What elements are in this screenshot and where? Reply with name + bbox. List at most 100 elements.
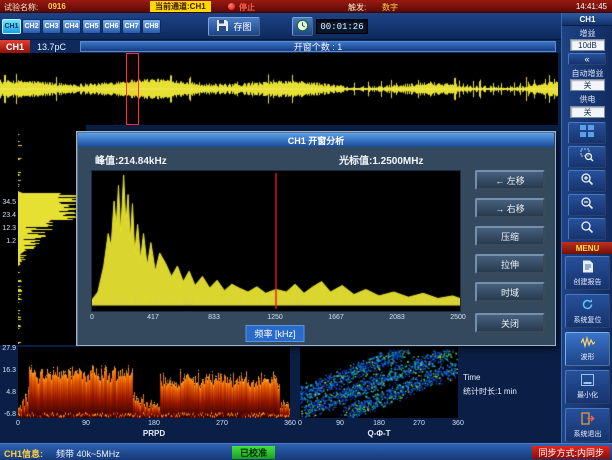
create-report-label: 创建报告 xyxy=(574,277,602,287)
system-exit-button[interactable]: 系统退出 xyxy=(565,408,610,442)
qpt-xtick: 270 xyxy=(413,420,425,427)
calibration-status-badge: 已校准 xyxy=(232,446,275,459)
channel-button-ch3[interactable]: CH3 xyxy=(42,19,61,34)
dialog-xtick: 1667 xyxy=(328,314,344,321)
minimize-button[interactable]: 最小化 xyxy=(565,370,610,404)
trigger-label: 触发: xyxy=(348,2,366,13)
prpd-ytick: 16.3 xyxy=(0,367,16,374)
shift-left-button[interactable]: ← 左移 xyxy=(475,170,545,190)
system-reset-label: 系统复位 xyxy=(574,315,602,325)
side-spectrum-ytick: 34.5 xyxy=(0,199,16,206)
prpd-xtick: 270 xyxy=(216,420,228,427)
dialog-titlebar[interactable]: CH1 开窗分析 xyxy=(78,133,554,147)
channel-button-ch2[interactable]: CH2 xyxy=(22,19,41,34)
waveform-channel-tag: CH1 xyxy=(0,40,30,53)
qpt-time-label: Time xyxy=(463,373,480,382)
channel-button-ch1[interactable]: CH1 xyxy=(2,19,21,34)
prpd-panel xyxy=(18,347,290,418)
test-name-value: 0916 xyxy=(48,2,66,11)
qpt-panel xyxy=(300,347,458,418)
zoom-out-icon xyxy=(580,196,594,215)
prpd-heatmap-plot xyxy=(18,347,290,418)
toolbar: CH1 CH2 CH3 CH4 CH5 CH6 CH7 CH8 存图 00:01… xyxy=(0,13,561,40)
dialog-spectrum-plot[interactable] xyxy=(91,170,461,312)
waveform-view-button[interactable]: 波形 xyxy=(565,332,610,366)
window-count-bar: 开窗个数 : 1 xyxy=(80,41,556,52)
zoom-reset-button[interactable] xyxy=(568,218,606,240)
statusbar: CH1信息: 频带 40k~5MHz 已校准 同步方式:内同步 xyxy=(0,443,612,460)
window-analysis-dialog: CH1 开窗分析 峰值:214.84kHz 光标值:1.2500MHz 0 41… xyxy=(76,131,556,346)
power-toggle[interactable]: 关 xyxy=(570,106,605,118)
minimize-icon xyxy=(581,374,594,388)
band-readout: 频带 40k~5MHz xyxy=(56,447,120,460)
stop-indicator-icon xyxy=(228,3,235,10)
ae-analyzer-window: 试验名称: 0916 当前通道:CH1 停止 触发: 数字 14:41:45 C… xyxy=(0,0,612,460)
gain-label: 增益 xyxy=(562,28,612,39)
channel-button-ch6[interactable]: CH6 xyxy=(102,19,121,34)
zoom-out-button[interactable] xyxy=(568,194,606,216)
auto-gain-toggle[interactable]: 关 xyxy=(570,79,605,91)
main-waveform-panel xyxy=(0,53,558,125)
side-spectrum-ytick: 12.3 xyxy=(0,225,16,232)
side-spectrum-ytick: 23.4 xyxy=(0,212,16,219)
prpd-xtick: 360 xyxy=(284,420,296,427)
create-report-button[interactable]: 创建报告 xyxy=(565,256,610,290)
prpd-xtick: 0 xyxy=(16,420,20,427)
current-channel-badge: 当前通道:CH1 xyxy=(150,1,211,12)
gain-decrease-button[interactable]: « xyxy=(568,53,606,65)
sidebar: CH1 增益 10dB « 自动增益 关 供电 关 MENU 创建报告 系统复 xyxy=(561,13,612,443)
system-exit-label: 系统退出 xyxy=(574,429,602,439)
prpd-axis-label: PRPD xyxy=(143,429,165,438)
main-waveform-plot[interactable] xyxy=(0,53,558,125)
close-dialog-button[interactable]: 关闭 xyxy=(475,313,545,333)
zoom-in-button[interactable] xyxy=(568,170,606,192)
clock-icon xyxy=(296,19,309,34)
analysis-window-selection[interactable] xyxy=(126,53,139,125)
qpt-xtick: 180 xyxy=(373,420,385,427)
cursor-readout: 光标值:1.2500MHz xyxy=(339,152,423,167)
side-spectrum-ytick: 1.2 xyxy=(0,238,16,245)
channel-button-ch7[interactable]: CH7 xyxy=(122,19,141,34)
dialog-xtick: 833 xyxy=(208,314,220,321)
compress-button[interactable]: 压缩 xyxy=(475,226,545,246)
elapsed-timer: 00:01:26 xyxy=(316,19,368,34)
sync-mode-badge: 同步方式:内同步 xyxy=(532,446,610,459)
qpt-xtick: 0 xyxy=(298,420,302,427)
test-name-label: 试验名称: xyxy=(4,2,38,13)
waveform-view-label: 波形 xyxy=(581,352,595,362)
dialog-xtick: 2083 xyxy=(389,314,405,321)
channel-button-ch8[interactable]: CH8 xyxy=(142,19,161,34)
layout-grid-button[interactable] xyxy=(568,122,606,144)
time-domain-button[interactable]: 时域 xyxy=(475,282,545,302)
gain-value-field[interactable]: 10dB xyxy=(570,39,605,51)
save-image-button[interactable]: 存图 xyxy=(208,17,260,36)
floppy-disk-icon xyxy=(216,19,229,34)
amplitude-readout: 13.7pC xyxy=(37,42,66,52)
dialog-xtick: 2500 xyxy=(450,314,466,321)
sidebar-channel-header: CH1 xyxy=(562,13,612,26)
prpd-xtick: 180 xyxy=(148,420,160,427)
shift-right-button[interactable]: → 右移 xyxy=(475,198,545,218)
zoom-in-icon xyxy=(580,172,594,191)
channel-button-ch4[interactable]: CH4 xyxy=(62,19,81,34)
stop-label: 停止 xyxy=(239,2,255,13)
peak-readout: 峰值:214.84kHz xyxy=(95,152,167,167)
trigger-value: 数字 xyxy=(382,2,398,13)
zoom-window-button[interactable] xyxy=(568,146,606,168)
channel-button-ch5[interactable]: CH5 xyxy=(82,19,101,34)
dialog-xaxis-label: 频率 [kHz] xyxy=(245,325,304,342)
exit-icon xyxy=(581,412,595,427)
qpt-xtick: 360 xyxy=(452,420,464,427)
zoom-window-icon xyxy=(580,148,594,167)
timer-button[interactable] xyxy=(292,17,313,36)
power-label: 供电 xyxy=(562,94,612,105)
system-reset-button[interactable]: 系统复位 xyxy=(565,294,610,328)
qpt-axis-label: Q-Φ-T xyxy=(367,429,390,438)
prpd-ytick: 4.8 xyxy=(0,389,16,396)
channel-info-label: CH1信息: xyxy=(4,447,43,460)
titlebar-clock: 14:41:45 xyxy=(576,2,607,11)
save-image-label: 存图 xyxy=(233,20,251,33)
prpd-ytick: -6.8 xyxy=(0,411,16,418)
prpd-ytick: 27.9 xyxy=(0,345,16,352)
stretch-button[interactable]: 拉伸 xyxy=(475,254,545,274)
